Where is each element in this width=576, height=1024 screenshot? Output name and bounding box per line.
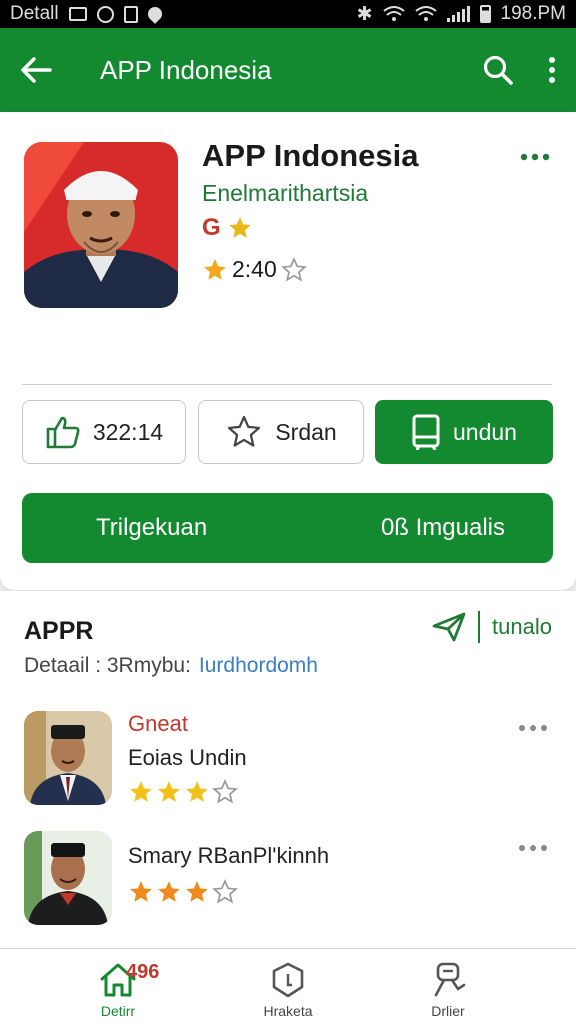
avatar [24, 711, 112, 805]
nav-item-profile[interactable]: Drlier [398, 961, 498, 1019]
status-label: Detall [10, 3, 59, 24]
wide-button-right-label: 0ß Imgualis [380, 514, 505, 541]
app-details-card: APP Indonesia Enelmarithartsia G 2:40 32… [0, 112, 576, 590]
star-outline-icon [228, 415, 261, 447]
battery-icon [479, 5, 491, 23]
wifi-secondary-icon [414, 6, 437, 21]
review-stars [128, 879, 238, 905]
rating-value: 2:40 [232, 256, 277, 282]
star-filled-icon [158, 781, 180, 802]
star-filled-icon [186, 781, 208, 802]
star-outline-icon [280, 256, 307, 282]
app-bar-title: APP Indonesia [100, 54, 272, 85]
nav-label: Hraketa [263, 1003, 313, 1019]
divider [22, 384, 552, 385]
star-filled-icon [130, 781, 152, 802]
wifi-icon [382, 6, 405, 21]
star-outline-icon [212, 879, 238, 904]
nav-item-middle[interactable]: Hraketa [238, 961, 338, 1019]
reviewer-name: Eoias Undin [128, 745, 247, 770]
review-more-icon[interactable] [518, 719, 548, 737]
reviews-section: APPR tunalo Detaail : 3Rmybu: Iurdhordomh… [0, 590, 576, 948]
install-label: undun [453, 418, 517, 445]
device-icon [412, 414, 440, 450]
star-filled-icon [204, 258, 226, 280]
wide-action-button[interactable]: Trilgekuan 0ß Imgualis [22, 493, 553, 563]
profile-icon [434, 962, 466, 997]
star-outline-icon [212, 779, 238, 804]
reviewer-name: Smary RBanPl'kinnh [128, 843, 330, 868]
editor-badge: G [202, 214, 253, 242]
nav-label: Detirr [100, 1003, 136, 1019]
review-stars [128, 779, 238, 805]
app-name: APP Indonesia [202, 138, 419, 173]
app-rating: 2:40 [202, 256, 307, 283]
notification-badge: 496 [126, 961, 160, 983]
download-icon [123, 5, 138, 23]
review-more-icon[interactable] [518, 839, 548, 857]
section-action-link[interactable]: tunalo [492, 614, 552, 640]
save-button[interactable]: Srdan [198, 400, 364, 464]
wide-button-left-label: Trilgekuan [96, 514, 208, 541]
back-arrow-icon[interactable] [20, 56, 52, 84]
star-filled-icon [186, 881, 208, 902]
nav-item-home[interactable]: 496 Detirr [68, 961, 168, 1019]
star-filled-icon [158, 881, 180, 902]
avatar [24, 831, 112, 925]
review-label: Gneat [128, 711, 188, 736]
notification-icon [68, 7, 87, 21]
star-filled-icon [130, 881, 152, 902]
badge-icon [272, 962, 304, 998]
status-time: 198.PM [500, 3, 566, 24]
send-icon[interactable] [432, 612, 466, 642]
nav-label: Drlier [431, 1003, 465, 1019]
app-more-icon[interactable] [520, 148, 550, 166]
signal-icon [446, 6, 470, 22]
section-subtitle: Detaail : 3Rmybu: Iurdhordomh [24, 654, 318, 678]
section-actions: tunalo [432, 611, 552, 643]
install-button[interactable]: undun [375, 400, 553, 464]
star-filled-icon [228, 217, 251, 238]
review-item[interactable]: Gneat Eoias Undin [24, 711, 554, 807]
sync-icon [96, 5, 114, 23]
review-item[interactable]: Smary RBanPl'kinnh [24, 831, 554, 927]
search-icon[interactable] [482, 54, 514, 86]
like-button[interactable]: 322:14 [22, 400, 186, 464]
bluetooth-icon: ✱ [356, 3, 373, 25]
separator [478, 611, 481, 643]
developer-name[interactable]: Enelmarithartsia [202, 180, 368, 207]
thumbs-up-icon [46, 416, 80, 449]
save-label: Srdan [275, 418, 337, 445]
location-icon [144, 4, 165, 24]
status-bar: Detall ✱ 198.PM [0, 0, 576, 28]
bottom-navigation: 496 Detirr Hraketa Drlier [0, 948, 576, 1024]
app-bar: APP Indonesia [0, 28, 576, 112]
app-icon[interactable] [24, 142, 178, 308]
like-count: 322:14 [92, 418, 164, 445]
section-title: APPR [24, 617, 94, 645]
subtitle-link[interactable]: Iurdhordomh [199, 654, 318, 677]
subtitle-text: Detaail : 3Rmybu: [24, 654, 191, 677]
badge-letter: G [202, 214, 221, 241]
overflow-menu-icon[interactable] [548, 56, 556, 84]
